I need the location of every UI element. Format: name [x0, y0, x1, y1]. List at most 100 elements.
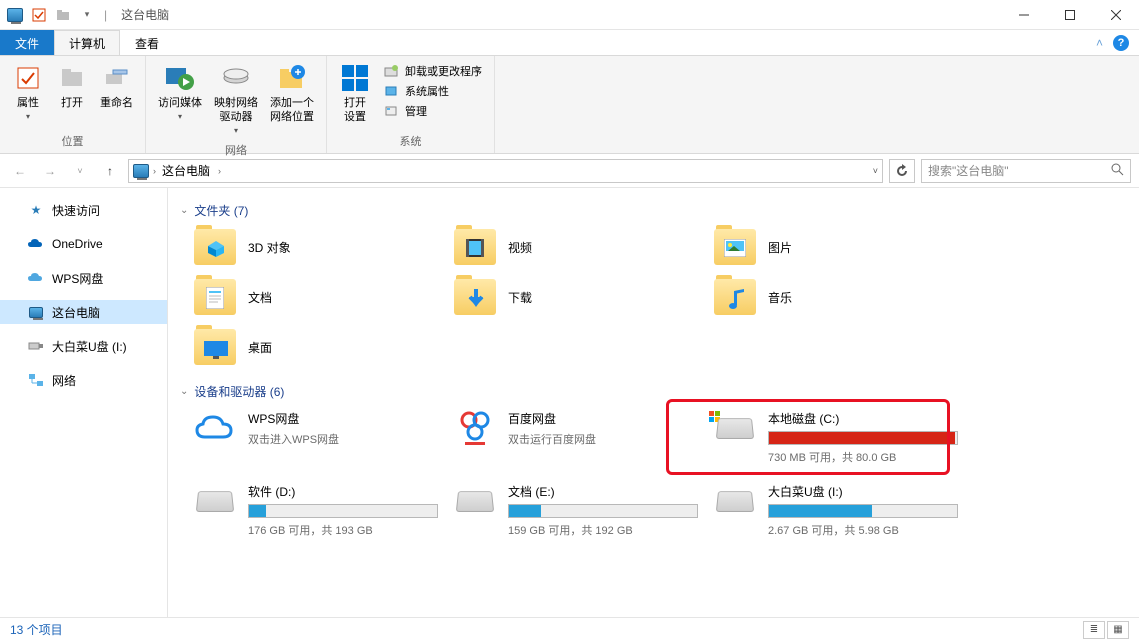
nav-back-button[interactable]: ←: [8, 159, 32, 183]
drive-c[interactable]: 本地磁盘 (C:)730 MB 可用，共 80.0 GB: [714, 410, 964, 465]
star-icon: ★: [28, 202, 44, 218]
search-placeholder: 搜索"这台电脑": [928, 162, 1009, 179]
manage-button[interactable]: 管理: [379, 102, 486, 120]
group-header-drives[interactable]: ⌄设备和驱动器 (6): [180, 383, 1127, 400]
properties-button[interactable]: 属性▾: [8, 60, 48, 131]
baidu-icon: [454, 410, 496, 446]
sidebar-item-wps[interactable]: WPS网盘: [0, 266, 167, 290]
sidebar-item-network[interactable]: 网络: [0, 368, 167, 392]
drive-sub: 159 GB 可用，共 192 GB: [508, 522, 704, 538]
chevron-down-icon: ⌄: [180, 386, 188, 397]
qat-newfolder-icon[interactable]: [52, 4, 74, 26]
nav-recent-dropdown[interactable]: ˅: [68, 159, 92, 183]
folder-documents[interactable]: 文档: [194, 279, 444, 315]
manage-label: 管理: [405, 103, 427, 119]
drive-sub: 双击进入WPS网盘: [248, 431, 444, 447]
nav-bar: ← → ˅ ↑ › 这台电脑› ˅ 搜索"这台电脑": [0, 154, 1139, 188]
folder-music[interactable]: 音乐: [714, 279, 964, 315]
sidebar-item-onedrive[interactable]: OneDrive: [0, 232, 167, 256]
open-button[interactable]: 打开: [52, 60, 92, 131]
usb-drive-icon: [28, 338, 44, 354]
drive-usage-bar: [768, 431, 958, 445]
map-drive-label: 映射网络 驱动器: [214, 96, 258, 124]
drive-wps[interactable]: WPS网盘双击进入WPS网盘: [194, 410, 444, 465]
cloud-icon: [28, 236, 44, 252]
breadcrumb-root[interactable]: 这台电脑: [162, 162, 210, 179]
folder-pictures[interactable]: 图片: [714, 229, 964, 265]
hdd-icon: [194, 483, 236, 519]
folder-label: 下载: [508, 289, 532, 306]
properties-label: 属性: [17, 96, 39, 110]
tab-computer[interactable]: 计算机: [54, 30, 120, 55]
drive-title: 文档 (E:): [508, 483, 704, 500]
computer-icon: [28, 304, 44, 320]
help-icon[interactable]: ?: [1113, 35, 1129, 51]
sidebar-label-wps: WPS网盘: [52, 270, 103, 287]
maximize-button[interactable]: [1047, 0, 1093, 30]
uninstall-button[interactable]: 卸载或更改程序: [379, 62, 486, 80]
sidebar-label-network: 网络: [52, 372, 76, 389]
nav-sidebar: ★快速访问 OneDrive WPS网盘 这台电脑 大白菜U盘 (I:) 网络: [0, 188, 168, 617]
open-settings-button[interactable]: 打开 设置: [335, 60, 375, 131]
system-properties-button[interactable]: 系统属性: [379, 82, 486, 100]
folder-downloads[interactable]: 下载: [454, 279, 704, 315]
hdd-icon: [454, 483, 496, 519]
view-details-button[interactable]: ≣: [1083, 621, 1105, 639]
tab-view[interactable]: 查看: [120, 30, 174, 55]
drive-baidu[interactable]: 百度网盘双击运行百度网盘: [454, 410, 704, 465]
rename-button[interactable]: 重命名: [96, 60, 137, 131]
system-properties-label: 系统属性: [405, 83, 449, 99]
sidebar-item-quick-access[interactable]: ★快速访问: [0, 198, 167, 222]
nav-up-button[interactable]: ↑: [98, 159, 122, 183]
group-system-label: 系统: [335, 131, 486, 153]
nav-forward-button[interactable]: →: [38, 159, 62, 183]
sidebar-label-thispc: 这台电脑: [52, 304, 100, 321]
ribbon-collapse-icon[interactable]: ˄: [1096, 36, 1103, 50]
drive-title: 软件 (D:): [248, 483, 444, 500]
address-bar[interactable]: › 这台电脑› ˅: [128, 159, 883, 183]
drive-usage-bar: [768, 504, 958, 518]
folder-label: 桌面: [248, 339, 272, 356]
address-dropdown-icon[interactable]: ˅: [873, 166, 878, 176]
qat-properties-icon[interactable]: [28, 4, 50, 26]
group-location-label: 位置: [8, 131, 137, 153]
folder-label: 视频: [508, 239, 532, 256]
system-menu-icon[interactable]: [4, 4, 26, 26]
group-header-folders[interactable]: ⌄文件夹 (7): [180, 202, 1127, 219]
search-box[interactable]: 搜索"这台电脑": [921, 159, 1131, 183]
access-media-label: 访问媒体: [158, 96, 202, 110]
cloud-icon: [194, 410, 236, 446]
drive-d[interactable]: 软件 (D:) 176 GB 可用，共 193 GB: [194, 483, 444, 538]
rename-label: 重命名: [100, 96, 133, 110]
drive-sub: 176 GB 可用，共 193 GB: [248, 522, 444, 538]
drive-sub: 双击运行百度网盘: [508, 431, 704, 447]
sidebar-label-onedrive: OneDrive: [52, 237, 103, 251]
network-icon: [28, 372, 44, 388]
tab-file[interactable]: 文件: [0, 30, 54, 55]
sidebar-label-usb: 大白菜U盘 (I:): [52, 338, 127, 355]
uninstall-label: 卸载或更改程序: [405, 63, 482, 79]
drive-e[interactable]: 文档 (E:) 159 GB 可用，共 192 GB: [454, 483, 704, 538]
folder-label: 3D 对象: [248, 239, 291, 256]
sidebar-item-this-pc[interactable]: 这台电脑: [0, 300, 167, 324]
access-media-button[interactable]: 访问媒体▾: [154, 60, 206, 140]
sidebar-item-usb[interactable]: 大白菜U盘 (I:): [0, 334, 167, 358]
drive-i[interactable]: 大白菜U盘 (I:)2.67 GB 可用，共 5.98 GB: [714, 483, 964, 538]
refresh-button[interactable]: [889, 159, 915, 183]
status-item-count: 13 个项目: [10, 621, 63, 638]
hdd-icon: [714, 410, 756, 446]
view-tiles-button[interactable]: ▦: [1107, 621, 1129, 639]
add-network-location-button[interactable]: 添加一个 网络位置: [266, 60, 318, 140]
drive-title: 大白菜U盘 (I:): [768, 483, 964, 500]
folder-videos[interactable]: 视频: [454, 229, 704, 265]
folder-label: 图片: [768, 239, 792, 256]
group-folders-label: 文件夹 (7): [194, 202, 248, 219]
map-drive-button[interactable]: 映射网络 驱动器▾: [210, 60, 262, 140]
drive-title: 百度网盘: [508, 410, 704, 427]
folder-desktop[interactable]: 桌面: [194, 329, 444, 365]
drive-title: WPS网盘: [248, 410, 444, 427]
minimize-button[interactable]: [1001, 0, 1047, 30]
folder-3d-objects[interactable]: 3D 对象: [194, 229, 444, 265]
close-button[interactable]: [1093, 0, 1139, 30]
qat-dropdown-icon[interactable]: ▾: [76, 4, 98, 26]
